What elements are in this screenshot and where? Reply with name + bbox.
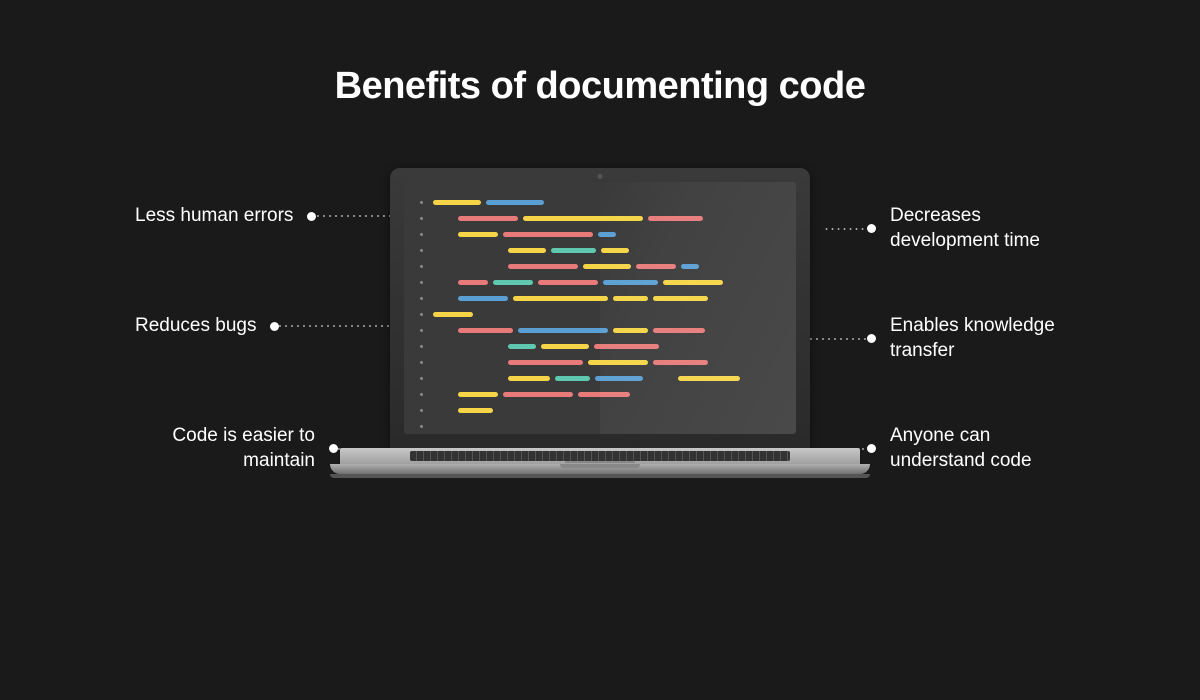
- laptop-camera: [598, 174, 603, 179]
- connector-dot: [307, 212, 316, 221]
- benefit-reduces-bugs: Reduces bugs: [135, 314, 389, 339]
- laptop-illustration: [390, 168, 810, 478]
- laptop-keyboard: [410, 451, 790, 461]
- connector-dot: [867, 224, 876, 233]
- laptop-trackpad: [565, 461, 635, 463]
- laptop-base-front: [330, 464, 870, 474]
- laptop-base-deck: [340, 448, 860, 464]
- diagram-container: Less human errors Reduces bugs Code is e…: [0, 108, 1200, 668]
- benefit-label: Anyone can understand code: [890, 424, 1070, 473]
- benefit-dev-time: Decreases development time: [822, 204, 1070, 253]
- benefit-knowledge-transfer: Enables knowledge transfer: [767, 314, 1070, 363]
- laptop-base-edge: [330, 474, 870, 478]
- benefit-label: Reduces bugs: [135, 314, 256, 339]
- benefit-label: Less human errors: [135, 204, 293, 229]
- connector-line: [279, 325, 389, 327]
- laptop-screen-bezel: [390, 168, 810, 448]
- benefit-less-errors: Less human errors: [135, 204, 416, 229]
- laptop-notch: [560, 464, 640, 468]
- connector-dot: [867, 334, 876, 343]
- connector-dot: [270, 322, 279, 331]
- laptop-screen: [404, 182, 796, 434]
- benefit-label: Decreases development time: [890, 204, 1070, 253]
- connector-dot: [329, 444, 338, 453]
- diagram-title: Benefits of documenting code: [0, 0, 1200, 108]
- connector-dot: [867, 444, 876, 453]
- benefit-label: Code is easier to maintain: [135, 424, 315, 473]
- connector-line: [822, 228, 867, 230]
- benefit-label: Enables knowledge transfer: [890, 314, 1070, 363]
